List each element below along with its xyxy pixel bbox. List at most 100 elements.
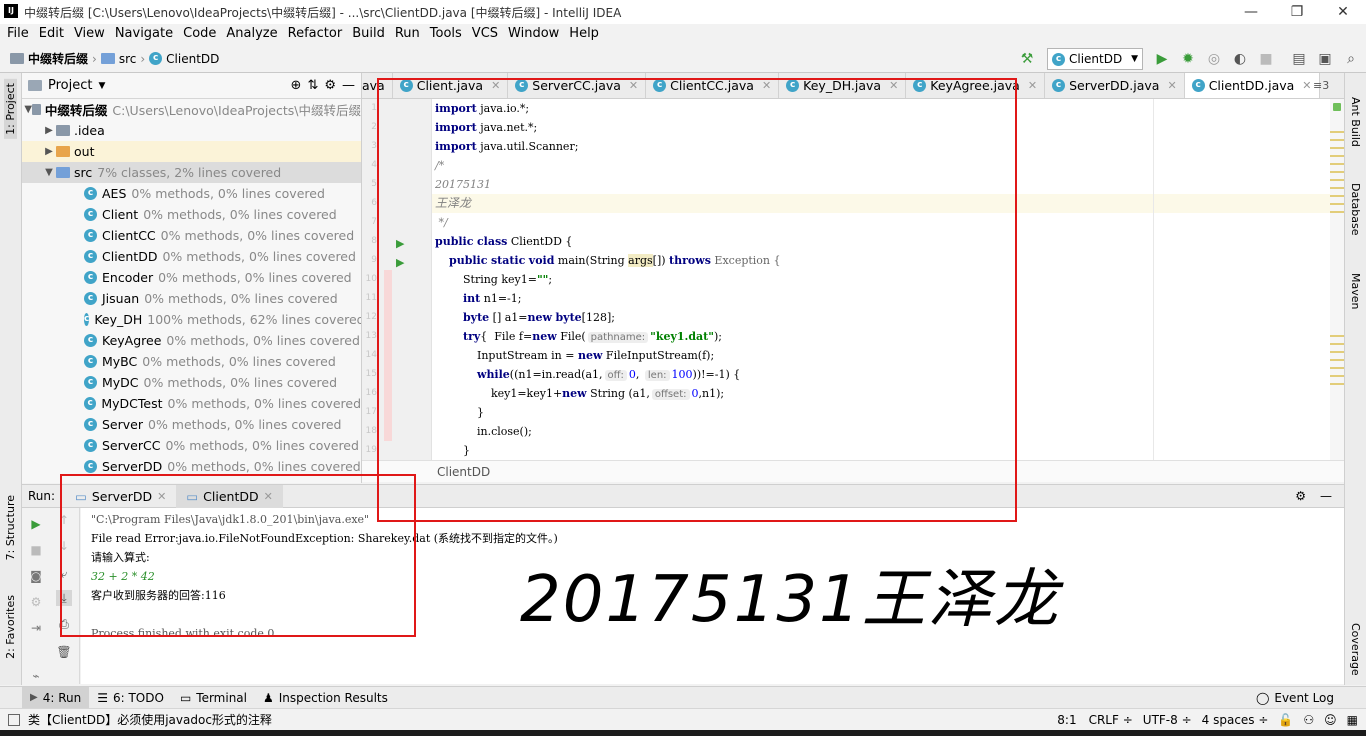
bottom-tab-todo[interactable]: ☰ 6: TODO xyxy=(89,687,172,708)
menu-tools[interactable]: Tools xyxy=(425,24,467,44)
coverage-tool-button[interactable]: Coverage xyxy=(1349,623,1362,676)
bottom-tab-run[interactable]: ▶ 4: Run xyxy=(22,687,90,708)
layout-icon[interactable]: ▣ xyxy=(1316,50,1334,68)
tree-item-coverage: 100% methods, 62% lines covered xyxy=(147,312,362,327)
tabs-overflow[interactable]: ≡3 xyxy=(1313,79,1329,92)
editor-tab[interactable]: c ServerDD.java ✕ xyxy=(1045,73,1185,98)
tree-item-src[interactable]: ▼ src 7% classes, 2% lines covered xyxy=(22,162,361,183)
menu-view[interactable]: View xyxy=(69,24,110,44)
favorites-tool-button[interactable]: 2: Favorites xyxy=(4,595,17,659)
tree-item-class[interactable]: c Jisuan 0% methods, 0% lines covered xyxy=(22,288,361,309)
hide-icon[interactable]: — xyxy=(342,78,355,93)
tree-item-class[interactable]: c Encoder 0% methods, 0% lines covered xyxy=(22,267,361,288)
close-tab-icon[interactable]: ✕ xyxy=(1167,79,1176,92)
collapse-icon[interactable]: ⇅ xyxy=(307,78,318,93)
tree-item-class[interactable]: c ServerCC 0% methods, 0% lines covered xyxy=(22,435,361,456)
menu-analyze[interactable]: Analyze xyxy=(221,24,282,44)
nav-file[interactable]: c ClientDD xyxy=(145,52,223,66)
structure-tool-button[interactable]: 7: Structure xyxy=(4,495,17,560)
tree-root[interactable]: ▼ 中缀转后缀 C:\Users\Lenovo\IdeaProjects\中缀转… xyxy=(22,99,361,120)
bottom-tab-terminal[interactable]: ▭ Terminal xyxy=(172,687,255,708)
coverage-icon[interactable]: ◎ xyxy=(1205,50,1223,68)
close-icon[interactable]: ✕ xyxy=(1320,0,1366,24)
expanded-arrow-icon[interactable]: ▼ xyxy=(24,104,32,115)
left-tool-strip: 1: Project 7: Structure 2: Favorites xyxy=(0,73,22,685)
tree-item-class[interactable]: c Server 0% methods, 0% lines covered xyxy=(22,414,361,435)
tool-window-toggle-icon[interactable] xyxy=(8,713,20,726)
close-tab-icon[interactable]: ✕ xyxy=(1302,79,1311,92)
close-tab-icon[interactable]: ✕ xyxy=(1028,79,1037,92)
red-annotation-box-console xyxy=(60,474,416,637)
collapsed-arrow-icon[interactable]: ▶ xyxy=(42,125,56,136)
menu-build[interactable]: Build xyxy=(347,24,390,44)
line-separator[interactable]: CRLF ÷ xyxy=(1089,713,1133,727)
menu-refactor[interactable]: Refactor xyxy=(283,24,348,44)
tree-item-class[interactable]: c AES 0% methods, 0% lines covered xyxy=(22,183,361,204)
tree-item-class[interactable]: c Client 0% methods, 0% lines covered xyxy=(22,204,361,225)
warning-markers[interactable] xyxy=(1330,329,1344,389)
minimize-icon[interactable]: — xyxy=(1228,0,1274,24)
tree-item-class[interactable]: c KeyAgree 0% methods, 0% lines covered xyxy=(22,330,361,351)
editor-error-stripe[interactable] xyxy=(1330,99,1344,460)
menu-vcs[interactable]: VCS xyxy=(467,24,503,44)
menu-run[interactable]: Run xyxy=(390,24,425,44)
database-tool-button[interactable]: Database xyxy=(1349,183,1362,236)
search-icon[interactable]: ⌕ xyxy=(1342,50,1360,68)
run-config-select[interactable]: c ClientDD ▼ xyxy=(1047,48,1143,70)
event-log-button[interactable]: ◯ Event Log xyxy=(1248,687,1342,708)
ant-build-tool-button[interactable]: Ant Build xyxy=(1349,97,1362,147)
memory-icon[interactable]: ▦ xyxy=(1347,713,1358,727)
collapsed-arrow-icon[interactable]: ▶ xyxy=(42,146,56,157)
menu-window[interactable]: Window xyxy=(503,24,564,44)
project-structure-icon[interactable]: ▤ xyxy=(1290,50,1308,68)
menu-code[interactable]: Code xyxy=(178,24,221,44)
hammer-icon[interactable]: ⚒ xyxy=(1018,50,1036,68)
indent-setting[interactable]: 4 spaces ÷ xyxy=(1202,713,1269,727)
inspection-ok-icon[interactable] xyxy=(1333,103,1341,111)
gear-icon[interactable]: ⚙ xyxy=(324,78,336,93)
project-panel-title[interactable]: Project xyxy=(48,78,92,93)
tree-item-class[interactable]: c MyDC 0% methods, 0% lines covered xyxy=(22,372,361,393)
tree-item-class[interactable]: c ClientCC 0% methods, 0% lines covered xyxy=(22,225,361,246)
tree-item-out[interactable]: ▶ out xyxy=(22,141,361,162)
tree-item-coverage: 0% methods, 0% lines covered xyxy=(162,249,356,264)
inspector-icon[interactable]: ☺ xyxy=(1324,713,1337,727)
git-icon[interactable]: ⚇ xyxy=(1303,713,1314,727)
menu-navigate[interactable]: Navigate xyxy=(110,24,178,44)
project-tool-button[interactable]: 1: Project xyxy=(4,79,17,139)
stop-icon[interactable]: ■ xyxy=(1257,50,1275,68)
profile-icon[interactable]: ◐ xyxy=(1231,50,1249,68)
settings-icon[interactable]: ⚙ xyxy=(28,594,44,610)
stop-icon[interactable]: ■ xyxy=(28,542,44,558)
lock-icon[interactable]: 🔓 xyxy=(1278,713,1293,727)
tree-item-class[interactable]: c MyDCTest 0% methods, 0% lines covered xyxy=(22,393,361,414)
tree-item-class[interactable]: c MyBC 0% methods, 0% lines covered xyxy=(22,351,361,372)
bottom-tab-inspection[interactable]: ♟ Inspection Results xyxy=(255,687,396,708)
pin-icon[interactable]: ⌁ xyxy=(28,668,44,684)
menu-file[interactable]: File xyxy=(2,24,34,44)
menu-help[interactable]: Help xyxy=(564,24,604,44)
rerun-icon[interactable]: ▶ xyxy=(28,516,44,532)
expanded-arrow-icon[interactable]: ▼ xyxy=(42,167,56,178)
file-encoding[interactable]: UTF-8 ÷ xyxy=(1143,713,1192,727)
run-icon[interactable]: ▶ xyxy=(1153,50,1171,68)
hide-icon[interactable]: — xyxy=(1320,489,1332,503)
login-icon[interactable]: ⇥ xyxy=(28,620,44,636)
restore-icon[interactable]: ❐ xyxy=(1274,0,1320,24)
tree-item-class[interactable]: c ClientDD 0% methods, 0% lines covered xyxy=(22,246,361,267)
tree-item-idea[interactable]: ▶ .idea xyxy=(22,120,361,141)
trash-icon[interactable]: 🗑 xyxy=(56,644,72,660)
warning-markers[interactable] xyxy=(1330,125,1344,215)
gear-icon[interactable]: ⚙ xyxy=(1295,489,1306,503)
camera-icon[interactable]: ◙ xyxy=(28,568,44,584)
locate-icon[interactable]: ⊕ xyxy=(291,78,302,93)
editor-tab[interactable]: c ClientDD.java ✕ xyxy=(1184,73,1320,98)
maven-tool-button[interactable]: Maven xyxy=(1349,273,1362,309)
nav-folder[interactable]: src xyxy=(97,52,141,66)
chevron-down-icon[interactable]: ▼ xyxy=(98,81,105,91)
caret-position[interactable]: 8:1 xyxy=(1057,713,1076,727)
debug-icon[interactable]: ✹ xyxy=(1179,50,1197,68)
nav-project[interactable]: 中缀转后缀 xyxy=(6,50,92,67)
menu-edit[interactable]: Edit xyxy=(34,24,69,44)
tree-item-class[interactable]: c Key_DH 100% methods, 62% lines covered xyxy=(22,309,361,330)
